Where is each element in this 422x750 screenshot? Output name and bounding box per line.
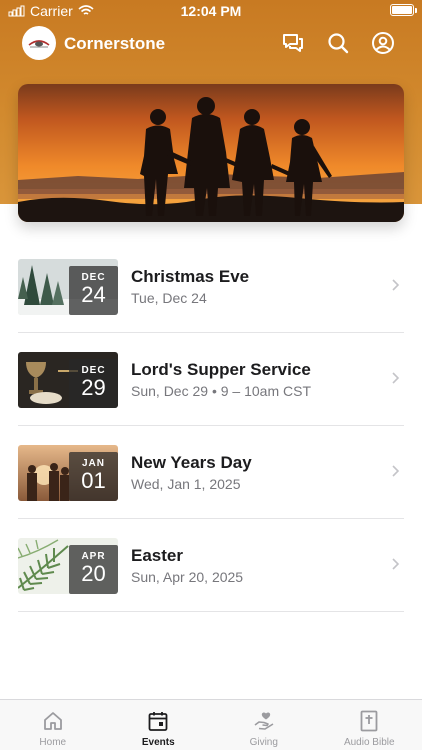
account-icon[interactable] <box>371 31 395 55</box>
home-icon <box>43 712 62 730</box>
tab-label: Events <box>141 737 175 748</box>
event-row-2[interactable]: JAN 01 New Years Day Wed, Jan 1, 2025 <box>18 426 404 519</box>
event-row-0[interactable]: DEC 24 Christmas Eve Tue, Dec 24 <box>18 240 404 333</box>
event-title: New Years Day <box>131 453 252 472</box>
date-badge: JAN 01 <box>69 452 118 501</box>
logo-mark-icon <box>28 40 50 48</box>
battery-icon <box>390 4 414 16</box>
tab-label: Giving <box>249 737 278 748</box>
event-thumbnail: JAN 01 <box>18 445 118 501</box>
chevron-right-icon <box>392 558 400 570</box>
event-row-3[interactable]: APR 20 Easter Sun, Apr 20, 2025 <box>18 519 404 612</box>
calendar-icon <box>148 712 168 731</box>
event-thumbnail: APR 20 <box>18 538 118 594</box>
family-sunset-illustration <box>18 84 404 222</box>
event-title: Easter <box>131 546 183 565</box>
tab-audio-bible[interactable]: Audio Bible <box>317 700 422 750</box>
event-thumbnail: DEC 24 <box>18 259 118 315</box>
tab-bar: Home Events Giving Audio Bible <box>0 699 422 750</box>
chevron-right-icon <box>392 279 400 291</box>
tab-label: Home <box>39 737 67 748</box>
church-logo[interactable] <box>22 26 56 60</box>
date-badge: APR 20 <box>69 545 118 594</box>
event-subtitle: Tue, Dec 24 <box>131 290 207 306</box>
chevron-right-icon <box>392 372 400 384</box>
event-day: 01 <box>81 468 106 493</box>
event-thumbnail: DEC 29 <box>18 352 118 408</box>
tab-events[interactable]: Events <box>106 700 212 750</box>
tab-label: Audio Bible <box>343 737 395 748</box>
date-badge: DEC 29 <box>69 359 118 408</box>
event-day: 29 <box>81 375 106 400</box>
featured-hero-image[interactable] <box>18 84 404 222</box>
battery-tip <box>415 8 417 13</box>
event-title: Christmas Eve <box>131 267 250 286</box>
event-subtitle: Wed, Jan 1, 2025 <box>131 476 241 492</box>
giving-heart-hand-icon <box>254 712 274 730</box>
search-icon[interactable] <box>326 31 350 55</box>
event-title: Lord's Supper Service <box>131 360 311 379</box>
app-bar: Cornerstone <box>0 26 422 62</box>
status-time: 12:04 PM <box>180 3 242 19</box>
app-title: Cornerstone <box>64 34 166 53</box>
chevron-right-icon <box>392 465 400 477</box>
status-bar: Carrier 12:04 PM <box>0 0 422 22</box>
event-row-1[interactable]: DEC 29 Lord's Supper Service Sun, Dec 29… <box>18 333 404 426</box>
events-list: DEC 24 Christmas Eve Tue, Dec 24 DEC 29 … <box>18 240 404 612</box>
event-day: 24 <box>81 282 106 307</box>
event-subtitle: Sun, Dec 29 • 9 – 10am CST <box>131 383 311 399</box>
bible-icon <box>360 710 378 732</box>
date-badge: DEC 24 <box>69 266 118 315</box>
chat-icon[interactable] <box>281 31 305 55</box>
tab-giving[interactable]: Giving <box>211 700 317 750</box>
event-subtitle: Sun, Apr 20, 2025 <box>131 569 244 585</box>
tab-home[interactable]: Home <box>0 700 106 750</box>
event-day: 20 <box>81 561 106 586</box>
